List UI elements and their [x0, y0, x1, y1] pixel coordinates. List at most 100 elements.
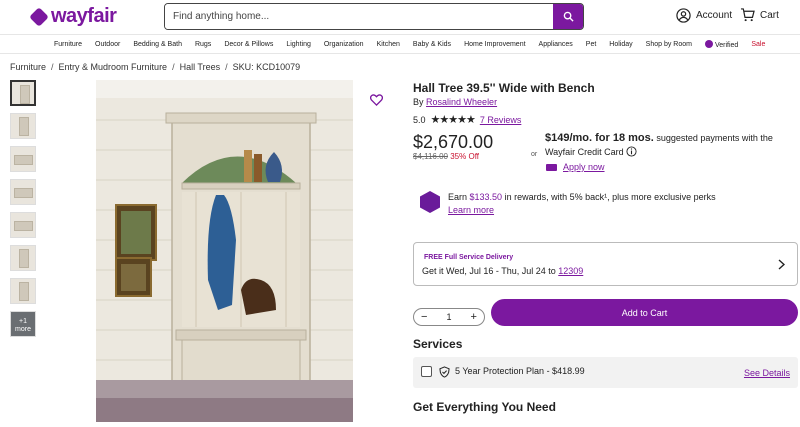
nav-item-appliances[interactable]: Appliances: [539, 41, 573, 48]
nav-item-organization[interactable]: Organization: [324, 41, 364, 48]
thumbnail-2[interactable]: [10, 113, 36, 139]
search-input[interactable]: [165, 4, 553, 29]
nav-item-lighting[interactable]: Lighting: [286, 41, 311, 48]
rating: 5.0 ★★★★★ 7 Reviews: [413, 113, 521, 126]
thumbnail-image: [20, 85, 30, 104]
nav-item-furniture[interactable]: Furniture: [54, 41, 82, 48]
apply-now-link[interactable]: Apply now: [546, 162, 605, 172]
verified-icon: [704, 39, 713, 48]
wayfair-logo[interactable]: wayfair: [29, 5, 117, 28]
nav-item-rugs[interactable]: Rugs: [195, 41, 211, 48]
by-prefix: By: [413, 97, 424, 107]
financing-offer: $149/mo. for 18 mos. suggested payments …: [545, 131, 785, 159]
cart-icon: [740, 8, 755, 22]
thumbnail-3[interactable]: [10, 146, 36, 172]
search-button[interactable]: [553, 4, 583, 29]
product-main-image[interactable]: [96, 80, 353, 422]
account-icon: [676, 8, 691, 23]
rewards-hexagon-icon: [420, 191, 440, 213]
nav-item-holiday[interactable]: Holiday: [609, 41, 632, 48]
thumbnail-image: [19, 117, 29, 136]
breadcrumb-furniture[interactable]: Furniture: [10, 62, 46, 72]
rating-value: 5.0: [413, 114, 426, 125]
category-nav: Furniture Outdoor Bedding & Bath Rugs De…: [0, 34, 800, 54]
breadcrumb-separator: /: [225, 62, 228, 72]
thumbnail-6[interactable]: [10, 245, 36, 271]
breadcrumb-separator: /: [172, 62, 175, 72]
breadcrumb-sku: SKU: KCD10079: [232, 62, 301, 72]
account-button[interactable]: Account: [676, 8, 732, 23]
thumbnail-1[interactable]: [10, 80, 36, 106]
rewards-prefix: Earn: [448, 192, 468, 202]
cart-button[interactable]: Cart: [740, 8, 779, 22]
nav-item-home-improvement[interactable]: Home Improvement: [464, 41, 525, 48]
quantity-stepper: − 1 +: [413, 308, 485, 326]
learn-more-link[interactable]: Learn more: [448, 205, 494, 215]
credit-card-icon: [546, 163, 557, 171]
thumbnail-image: [19, 249, 29, 268]
nav-item-verified[interactable]: Verified: [704, 39, 738, 49]
brand-link[interactable]: Rosalind Wheeler: [426, 97, 497, 107]
was-price-line: $4,116.00 35% Off: [413, 152, 479, 161]
delivery-box[interactable]: FREE Full Service Delivery Get it Wed, J…: [413, 242, 798, 286]
hall-tree-illustration: [96, 80, 353, 422]
increase-quantity-button[interactable]: +: [471, 311, 477, 323]
nav-item-decor-pillows[interactable]: Decor & Pillows: [224, 41, 273, 48]
logo-text: wayfair: [51, 5, 117, 27]
nav-item-bedding-bath[interactable]: Bedding & Bath: [133, 41, 182, 48]
rewards-suffix: in rewards, with 5% back¹, plus more exc…: [504, 192, 716, 202]
nav-item-pet[interactable]: Pet: [586, 41, 597, 48]
sale-price: $2,670.00: [413, 132, 494, 152]
monthly-payment: $149/mo. for 18 mos.: [545, 132, 654, 144]
add-to-cart-button[interactable]: Add to Cart: [491, 299, 798, 326]
rewards-text: Earn $133.50 in rewards, with 5% back¹, …: [448, 191, 716, 217]
brand-line: By Rosalind Wheeler: [413, 97, 497, 107]
breadcrumb-hall-trees[interactable]: Hall Trees: [180, 62, 221, 72]
was-price: $4,116.00: [413, 152, 448, 161]
header: wayfair Account Cart: [0, 0, 800, 34]
nav-item-shop-by-room[interactable]: Shop by Room: [646, 41, 692, 48]
discount-badge: 35% Off: [450, 152, 479, 161]
heart-icon: [369, 94, 384, 106]
info-icon[interactable]: [626, 146, 637, 157]
thumbnail-image: [14, 221, 33, 231]
nav-item-kitchen[interactable]: Kitchen: [377, 41, 400, 48]
protection-plan-label: 5 Year Protection Plan - $418.99: [455, 366, 585, 376]
breadcrumb-entry-mudroom[interactable]: Entry & Mudroom Furniture: [59, 62, 168, 72]
protection-plan-checkbox[interactable]: [421, 366, 432, 377]
thumbnail-image: [14, 188, 33, 198]
chevron-right-icon: [778, 259, 785, 270]
delivery-title: FREE Full Service Delivery: [424, 254, 514, 261]
delivery-date: Get it Wed, Jul 16 - Thu, Jul 24 to 1230…: [422, 266, 583, 276]
see-details-link[interactable]: See Details: [744, 368, 790, 378]
account-label: Account: [696, 10, 733, 21]
nav-item-sale[interactable]: Sale: [751, 41, 765, 48]
nav-item-outdoor[interactable]: Outdoor: [95, 41, 120, 48]
nav-item-baby-kids[interactable]: Baby & Kids: [413, 41, 451, 48]
breadcrumb-separator: /: [51, 62, 54, 72]
cart-label: Cart: [760, 9, 779, 21]
search-bar: [164, 3, 584, 30]
product-title: Hall Tree 39.5'' Wide with Bench: [413, 81, 595, 95]
decrease-quantity-button[interactable]: −: [421, 311, 427, 323]
zip-code-link[interactable]: 12309: [558, 266, 583, 276]
services-heading: Services: [413, 337, 463, 351]
favorite-button[interactable]: [369, 93, 384, 111]
thumbnail-5[interactable]: [10, 212, 36, 238]
thumbnail-image: [19, 282, 29, 301]
protection-plan-option: 5 Year Protection Plan - $418.99 See Det…: [413, 357, 798, 388]
star-rating-icon: ★★★★★: [430, 114, 476, 126]
thumbnail-image: [14, 155, 33, 165]
get-everything-heading: Get Everything You Need: [413, 400, 556, 414]
quantity-value[interactable]: 1: [446, 312, 451, 322]
thumbnail-list: +1 more: [10, 80, 38, 344]
shield-icon: [439, 366, 450, 378]
breadcrumb: Furniture / Entry & Mudroom Furniture / Ha…: [10, 62, 300, 72]
delivery-date-text: Get it Wed, Jul 16 - Thu, Jul 24 to: [422, 266, 556, 276]
thumbnail-more[interactable]: +1 more: [10, 311, 36, 337]
thumbnail-4[interactable]: [10, 179, 36, 205]
search-icon: [563, 11, 574, 22]
thumbnail-7[interactable]: [10, 278, 36, 304]
rewards-amount: $133.50: [469, 192, 503, 202]
reviews-link[interactable]: 7 Reviews: [480, 115, 522, 125]
